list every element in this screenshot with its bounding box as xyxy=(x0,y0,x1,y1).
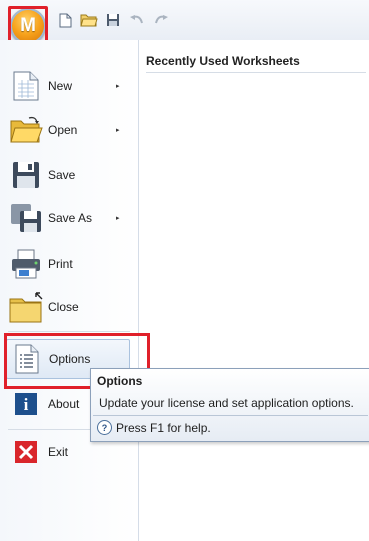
tooltip-title: Options xyxy=(97,374,143,388)
save-as-icon xyxy=(8,202,44,234)
redo-icon[interactable] xyxy=(152,11,170,29)
menu-item-label: Save xyxy=(48,168,76,182)
menu-item-save-as[interactable]: Save As ▸ xyxy=(6,198,130,238)
exit-x-icon xyxy=(8,436,44,468)
options-list-icon xyxy=(9,343,45,375)
help-icon: ? xyxy=(97,420,112,435)
save-disk-icon xyxy=(8,159,44,191)
menu-item-save[interactable]: Save xyxy=(6,155,130,195)
menu-item-print[interactable]: Print xyxy=(6,244,130,284)
new-document-icon[interactable] xyxy=(56,11,74,29)
submenu-arrow-icon: ▸ xyxy=(116,83,120,90)
menu-item-label: New xyxy=(48,79,73,93)
menu-item-label: Close xyxy=(48,300,79,314)
tooltip-separator xyxy=(93,415,368,416)
new-document-icon xyxy=(8,70,44,102)
menu-item-label: Exit xyxy=(48,445,69,459)
options-tooltip: Options Update your license and set appl… xyxy=(90,368,369,442)
menu-separator xyxy=(8,331,130,332)
recent-worksheets-header: Recently Used Worksheets xyxy=(146,54,366,73)
save-disk-icon[interactable] xyxy=(104,11,122,29)
menu-item-label: Open xyxy=(48,123,78,137)
submenu-arrow-icon: ▸ xyxy=(116,127,120,134)
svg-text:i: i xyxy=(24,395,29,414)
submenu-arrow-icon: ▸ xyxy=(116,215,120,222)
close-folder-icon xyxy=(8,291,44,323)
tooltip-help-text: Press F1 for help. xyxy=(116,420,211,435)
menu-item-label: Print xyxy=(48,257,73,271)
tooltip-help-row: ? Press F1 for help. xyxy=(97,420,211,435)
menu-item-new[interactable]: New ▸ xyxy=(6,66,130,106)
tooltip-description: Update your license and set application … xyxy=(99,396,354,410)
title-bar: M xyxy=(0,0,369,46)
menu-item-close[interactable]: Close xyxy=(6,287,130,327)
menu-item-label: About xyxy=(48,397,80,411)
menu-item-label: Save As xyxy=(48,211,93,225)
open-folder-icon xyxy=(8,114,44,146)
undo-icon[interactable] xyxy=(128,11,146,29)
menu-item-open[interactable]: Open ▸ xyxy=(6,110,130,150)
info-icon: i xyxy=(8,388,44,420)
printer-icon xyxy=(8,248,44,280)
open-folder-icon[interactable] xyxy=(80,11,98,29)
quick-access-toolbar xyxy=(56,11,170,29)
menu-item-label: Options xyxy=(49,352,91,366)
